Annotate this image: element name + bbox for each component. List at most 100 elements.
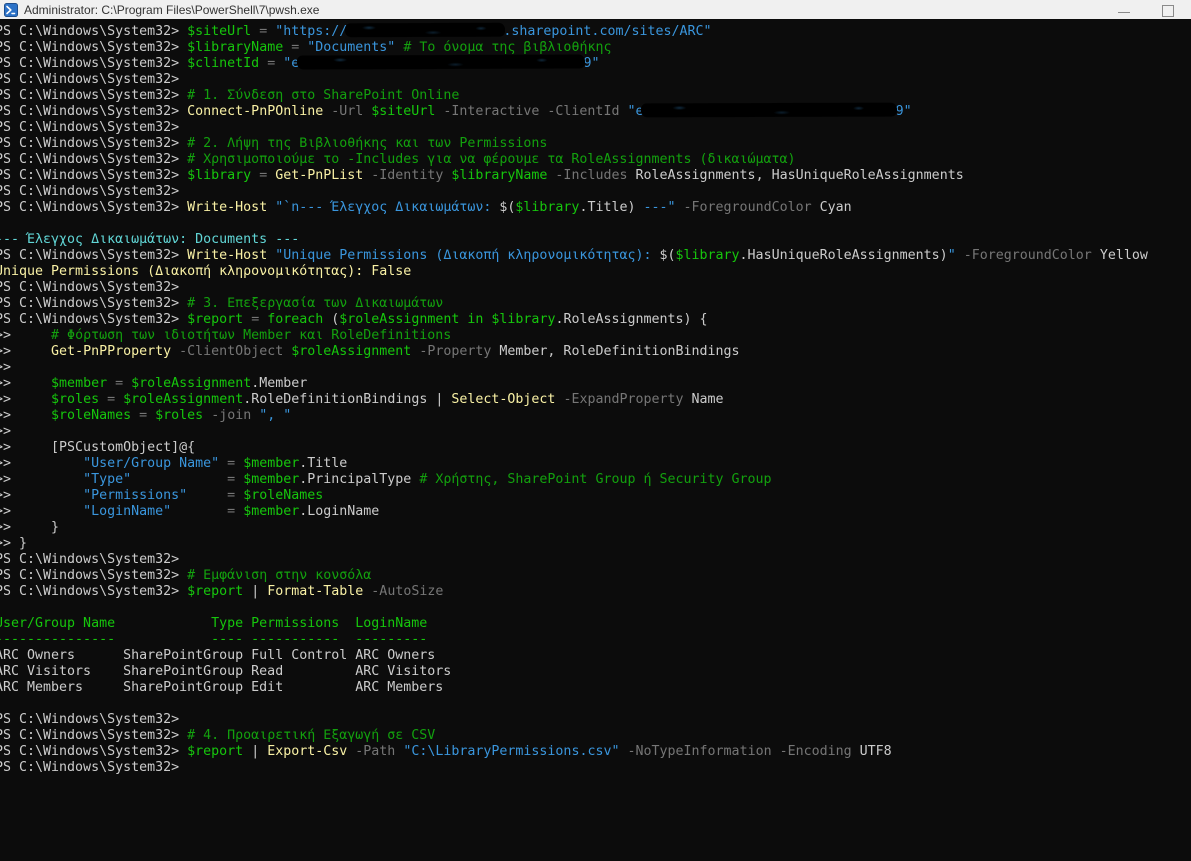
terminal-content: PS C:\Windows\System32> $siteUrl = "http…: [0, 19, 1191, 776]
terminal-text: PS C:\Windows\System32>: [0, 728, 187, 743]
terminal-text: # Το όνομα της βιβλιοθήκης: [403, 40, 611, 55]
terminal-text: .Member: [251, 376, 307, 391]
terminal-text: "Documents": [307, 40, 395, 55]
terminal-text: Format-Table: [267, 584, 363, 599]
terminal-line: >> "Permissions" = $roleNames: [0, 488, 1191, 504]
terminal-text: .LoginName: [299, 504, 379, 519]
terminal-text: # 2. Λήψη της Βιβλιοθήκης και των Permis…: [187, 136, 547, 151]
terminal-text: --- Έλεγχος Δικαιωμάτων: Documents ---: [0, 232, 299, 247]
terminal-text: PS C:\Windows\System32>: [0, 152, 187, 167]
terminal-text: PS C:\Windows\System32>: [0, 120, 179, 135]
terminal-text: # Εμφάνιση στην κονσόλα: [187, 568, 371, 583]
terminal-text: "`n--- Έλεγχος Δικαιωμάτων:: [275, 200, 499, 215]
window-title: Administrator: C:\Program Files\PowerShe…: [24, 3, 319, 17]
terminal-line: PS C:\Windows\System32> # 4. Προαιρετική…: [0, 728, 1191, 744]
minimize-button[interactable]: [1114, 3, 1134, 17]
terminal-line: PS C:\Windows\System32> Write-Host "`n--…: [0, 200, 1191, 216]
terminal-line: PS C:\Windows\System32> # 1. Σύνδεση στο…: [0, 88, 1191, 104]
terminal-text: .PrincipalType: [299, 472, 419, 487]
terminal-text: PS C:\Windows\System32>: [0, 40, 187, 55]
terminal-text: Export-Csv: [267, 744, 347, 759]
terminal-text: =: [259, 56, 283, 71]
terminal-line: PS C:\Windows\System32> # 2. Λήψη της Βι…: [0, 136, 1191, 152]
terminal-text: $report: [187, 744, 243, 759]
terminal-text: -NoTypeInformation -Encoding: [619, 744, 859, 759]
terminal-text: $library: [491, 312, 555, 327]
terminal-text: |: [243, 744, 267, 759]
terminal-text: -join: [203, 408, 259, 423]
terminal-text: PS C:\Windows\System32>: [0, 88, 187, 103]
terminal-text: $roles: [155, 408, 203, 423]
terminal-text: $roles: [51, 392, 99, 407]
terminal-text: PS C:\Windows\System32>: [0, 104, 187, 119]
powershell-icon[interactable]: [4, 3, 18, 17]
terminal-text: -Path: [347, 744, 403, 759]
redaction-mark: [345, 24, 505, 37]
terminal-text: (: [323, 312, 339, 327]
terminal-text: ---": [635, 200, 675, 215]
terminal-text: =: [131, 472, 243, 487]
terminal-line: ARC Members SharePointGroup Edit ARC Mem…: [0, 680, 1191, 696]
redaction-mark: [297, 55, 585, 68]
terminal-text: $library: [187, 168, 251, 183]
terminal-text: Connect-PnPOnline: [187, 104, 323, 119]
terminal-text: in: [459, 312, 491, 327]
terminal-line: [0, 216, 1191, 232]
terminal-text: Yellow: [1100, 248, 1148, 263]
terminal-text: >>: [0, 504, 83, 519]
terminal-text: -Interactive -ClientId: [435, 104, 627, 119]
terminal-text: >>: [0, 456, 83, 471]
terminal-line: PS C:\Windows\System32> $report | Export…: [0, 744, 1191, 760]
terminal-text: -ClientObject: [171, 344, 291, 359]
terminal-text: $library: [676, 248, 740, 263]
terminal-text: -ForegroundColor: [956, 248, 1100, 263]
terminal-text: >> }: [0, 536, 27, 551]
terminal-text: PS C:\Windows\System32>: [0, 136, 187, 151]
terminal-text: $roleAssignment: [123, 392, 243, 407]
terminal-text: .sharepoint.com/sites/ARC": [503, 24, 711, 39]
terminal-text: User/Group Name Type Permissions LoginNa…: [0, 616, 427, 631]
terminal-line: PS C:\Windows\System32> Connect-PnPOnlin…: [0, 104, 1191, 120]
terminal-text: PS C:\Windows\System32>: [0, 552, 179, 567]
terminal-text: Get-PnPProperty: [51, 344, 171, 359]
terminal-line: PS C:\Windows\System32> $library = Get-P…: [0, 168, 1191, 184]
terminal-text: $roleNames: [243, 488, 323, 503]
terminal-text: $siteUrl: [371, 104, 435, 119]
terminal-text: =: [171, 504, 243, 519]
terminal-text: Select-Object: [451, 392, 555, 407]
terminal-text: $member: [243, 504, 299, 519]
terminal-line: PS C:\Windows\System32> $siteUrl = "http…: [0, 24, 1191, 40]
maximize-button[interactable]: [1158, 3, 1178, 17]
terminal-line: --------------- ---- ----------- -------…: [0, 632, 1191, 648]
terminal-text: PS C:\Windows\System32>: [0, 296, 187, 311]
terminal-text: PS C:\Windows\System32>: [0, 24, 187, 39]
terminal-text: $roleAssignment: [131, 376, 251, 391]
terminal-text: >>: [0, 408, 51, 423]
terminal-text: # Φόρτωση των ιδιοτήτων Member και RoleD…: [51, 328, 451, 343]
terminal-text: ", ": [259, 408, 291, 423]
terminal-text: UTF8: [860, 744, 892, 759]
terminal-line: >> $roles = $roleAssignment.RoleDefiniti…: [0, 392, 1191, 408]
terminal-text: .RoleDefinitionBindings |: [243, 392, 451, 407]
terminal-text: >>: [0, 424, 11, 439]
terminal-line: >> }: [0, 520, 1191, 536]
terminal-text: # 4. Προαιρετική Εξαγωγή σε CSV: [187, 728, 435, 743]
terminal-line: >> $roleNames = $roles -join ", ": [0, 408, 1191, 424]
terminal-text: PS C:\Windows\System32>: [0, 712, 179, 727]
terminal-text: =: [187, 488, 243, 503]
redaction-mark: [641, 104, 897, 117]
terminal[interactable]: PS C:\Windows\System32> $siteUrl = "http…: [0, 19, 1191, 861]
terminal-text: PS C:\Windows\System32>: [0, 200, 187, 215]
terminal-text: $report: [187, 584, 243, 599]
terminal-text: -AutoSize: [363, 584, 443, 599]
terminal-text: >> [PSCustomObject]@{: [0, 440, 195, 455]
terminal-text: PS C:\Windows\System32>: [0, 184, 179, 199]
terminal-text: =: [219, 456, 243, 471]
terminal-text: $library: [515, 200, 579, 215]
terminal-text: >>: [0, 328, 51, 343]
title-bar[interactable]: Administrator: C:\Program Files\PowerShe…: [0, 0, 1191, 19]
terminal-text: .Title): [579, 200, 635, 215]
terminal-text: # Χρήστης, SharePoint Group ή Security G…: [419, 472, 771, 487]
terminal-text: Member, RoleDefinitionBindings: [499, 344, 739, 359]
terminal-text: "Unique Permissions (Διακοπή κληρονομικό…: [275, 248, 659, 263]
